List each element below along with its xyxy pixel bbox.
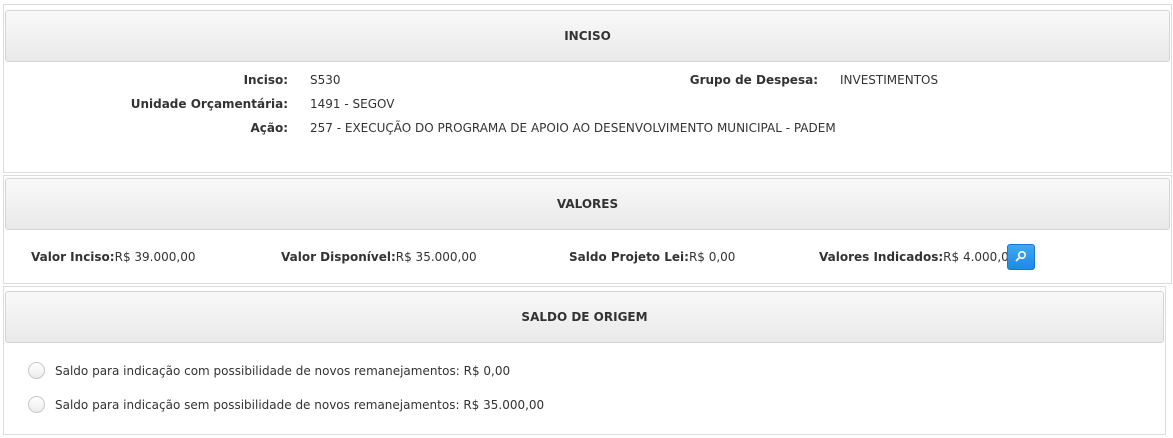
grupo-despesa-label: Grupo de Despesa: bbox=[689, 73, 818, 87]
valor-inciso: Valor Inciso:R$ 39.000,00 bbox=[31, 249, 195, 265]
saldo-projeto-lei: Saldo Projeto Lei:R$ 0,00 bbox=[569, 249, 735, 265]
valor-disponivel: Valor Disponível:R$ 35.000,00 bbox=[281, 249, 477, 265]
valor-disponivel-label: Valor Disponível: bbox=[281, 250, 396, 264]
radio-sem-remanejamento[interactable] bbox=[28, 396, 45, 413]
option-com-remanejamento-label: Saldo para indicação com possibilidade d… bbox=[55, 363, 511, 378]
valores-header: VALORES bbox=[5, 178, 1170, 230]
valor-inciso-label: Valor Inciso: bbox=[31, 250, 115, 264]
valores-panel: VALORES Valor Inciso:R$ 39.000,00 Valor … bbox=[3, 175, 1172, 284]
valores-indicados: Valores Indicados:R$ 4.000,00 bbox=[819, 249, 1016, 265]
option-sem-remanejamento-label: Saldo para indicação sem possibilidade d… bbox=[55, 397, 545, 412]
saldo-projeto-lei-label: Saldo Projeto Lei: bbox=[569, 250, 689, 264]
unidade-orcamentaria-value: 1491 - SEGOV bbox=[310, 97, 395, 111]
valores-title: VALORES bbox=[556, 197, 619, 211]
valor-inciso-value: R$ 39.000,00 bbox=[114, 250, 196, 264]
inciso-label: Inciso: bbox=[243, 73, 288, 87]
option-com-remanejamento[interactable]: Saldo para indicação com possibilidade d… bbox=[28, 362, 510, 379]
inciso-header: INCISO bbox=[5, 10, 1170, 62]
radio-com-remanejamento[interactable] bbox=[28, 362, 45, 379]
grupo-despesa-value: INVESTIMENTOS bbox=[840, 73, 939, 87]
valores-indicados-search-button[interactable] bbox=[1007, 244, 1035, 270]
valores-indicados-label: Valores Indicados: bbox=[819, 250, 944, 264]
acao-value: 257 - EXECUÇÃO DO PROGRAMA DE APOIO AO D… bbox=[310, 121, 836, 135]
valores-indicados-value: R$ 4.000,00 bbox=[943, 250, 1017, 264]
inciso-panel: INCISO Inciso: S530 Grupo de Despesa: IN… bbox=[3, 4, 1172, 173]
inciso-title: INCISO bbox=[564, 29, 611, 43]
search-icon bbox=[1015, 250, 1027, 265]
saldo-projeto-lei-value: R$ 0,00 bbox=[688, 250, 736, 264]
inciso-value: S530 bbox=[310, 73, 341, 87]
valor-disponivel-value: R$ 35.000,00 bbox=[395, 250, 477, 264]
saldo-origem-header: SALDO DE ORIGEM bbox=[5, 291, 1164, 343]
saldo-origem-title: SALDO DE ORIGEM bbox=[521, 310, 648, 324]
unidade-orcamentaria-label: Unidade Orçamentária: bbox=[130, 97, 288, 111]
acao-label: Ação: bbox=[250, 121, 288, 135]
saldo-origem-panel: SALDO DE ORIGEM Saldo para indicação com… bbox=[3, 286, 1166, 435]
option-sem-remanejamento[interactable]: Saldo para indicação sem possibilidade d… bbox=[28, 396, 544, 413]
